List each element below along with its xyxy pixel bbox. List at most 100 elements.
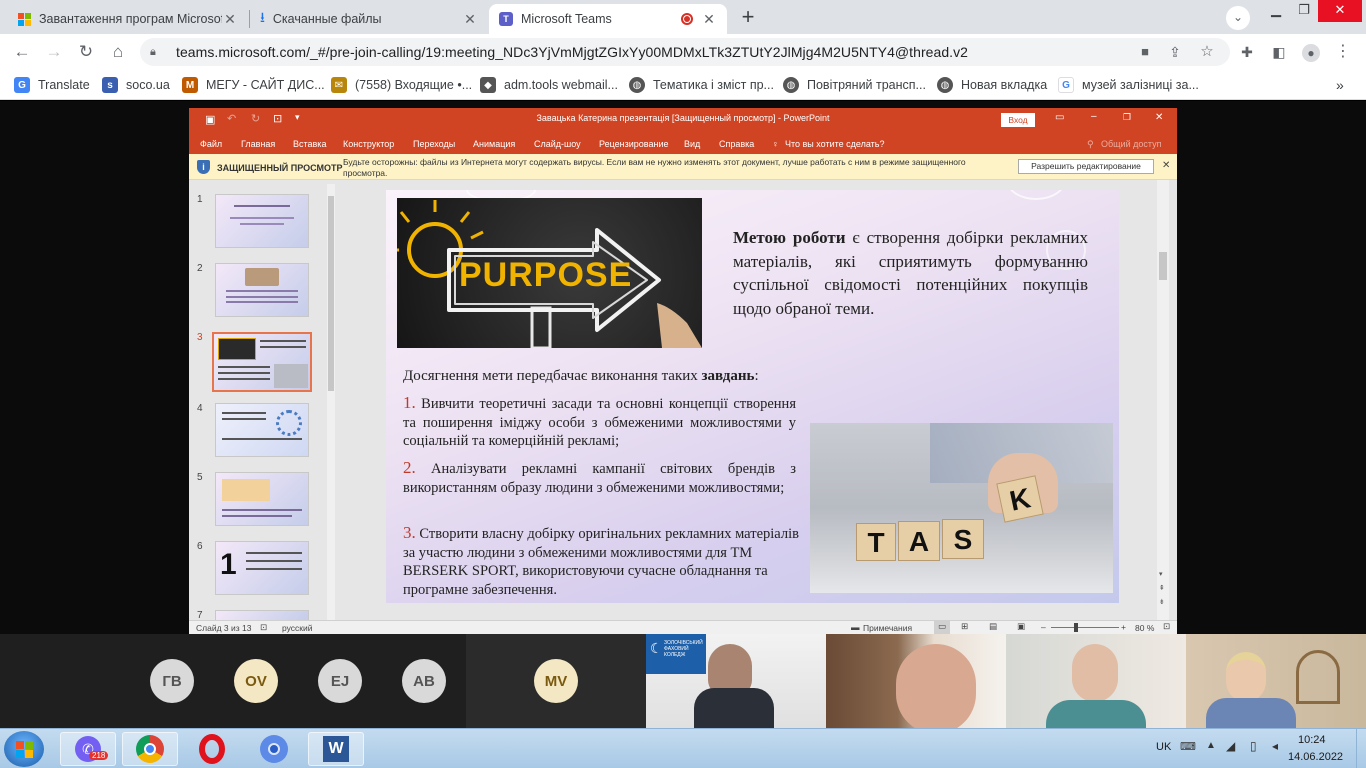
participant-avatar[interactable]: OV [234, 659, 278, 703]
home-icon[interactable]: ⌂ [107, 42, 129, 62]
bookmark-soco[interactable]: s soco.ua [102, 76, 170, 94]
show-desktop-button[interactable] [1356, 729, 1366, 768]
menu-help[interactable]: Справка [719, 139, 754, 149]
person-body [694, 688, 774, 728]
zoom-level[interactable]: 80 % [1135, 623, 1154, 633]
more-menu-icon[interactable]: ⋮ [1332, 42, 1354, 62]
bookmark-museum[interactable]: Gмузей залізниці за... [1058, 76, 1199, 94]
taskbar-chromium[interactable] [246, 732, 302, 766]
minimize-icon[interactable]: ▁ [1262, 0, 1290, 22]
keyboard-icon[interactable]: ⌨ [1180, 740, 1196, 753]
reload-icon[interactable]: ↻ [75, 42, 97, 62]
enable-editing-button[interactable]: Разрешить редактирование [1018, 159, 1154, 174]
participant-video-4[interactable] [1186, 634, 1366, 728]
notes-button[interactable]: Примечания [863, 623, 912, 633]
signal-icon[interactable]: ◢ [1226, 739, 1235, 753]
slide-thumbnail-1[interactable] [215, 194, 309, 248]
start-button[interactable] [4, 731, 44, 767]
participant-avatar[interactable]: ГВ [150, 659, 194, 703]
address-bar[interactable]: 🔒︎ teams.microsoft.com/_#/pre-join-calli… [140, 38, 1230, 66]
tab-microsoft-downloads[interactable]: Завантаження програм Microsoft ✕ [8, 4, 248, 34]
new-tab-button[interactable]: + [735, 6, 761, 30]
forward-icon[interactable]: → [43, 42, 65, 62]
participant-avatar[interactable]: MV [534, 659, 578, 703]
close-bar-icon[interactable]: ✕ [1162, 160, 1170, 171]
taskbar-chrome[interactable] [122, 732, 178, 766]
clock-date[interactable]: 14.06.2022 [1288, 751, 1343, 763]
slide-thumbnail-3-selected[interactable] [212, 332, 312, 392]
slide-thumbnail-2[interactable] [215, 263, 309, 317]
ribbon-display-icon[interactable]: ▭ [1055, 112, 1064, 123]
menu-view[interactable]: Вид [684, 139, 700, 149]
menu-review[interactable]: Рецензирование [599, 139, 669, 149]
bookmark-megu[interactable]: M МЕГУ - САЙТ ДИС... [182, 76, 325, 94]
menu-file[interactable]: Файл [200, 139, 222, 149]
close-tab-icon[interactable]: ✕ [222, 11, 238, 28]
language-indicator[interactable]: UK [1156, 741, 1171, 753]
bookmark-adm-tools[interactable]: ◆ adm.tools webmail... [480, 76, 618, 94]
camera-icon[interactable]: ■ [1134, 42, 1156, 62]
lock-icon[interactable]: 🔒︎ [150, 46, 164, 59]
participant-video-3[interactable] [1006, 634, 1186, 728]
maximize-icon[interactable]: ❐ [1290, 0, 1318, 22]
taskbar-opera[interactable] [184, 732, 240, 766]
participant-video-1[interactable]: ☾ ЗОЛОЧІВСЬКИЙ ФАХОВИЙ КОЛЕДЖ [646, 634, 826, 728]
participant-avatar[interactable]: EJ [318, 659, 362, 703]
power-icon[interactable]: ▯ [1250, 739, 1257, 753]
slide-thumbnail-4[interactable] [215, 403, 309, 457]
bookmark-tematyka[interactable]: ◍ Тематика і зміст пр... [629, 76, 774, 94]
signin-button[interactable]: Вход [1001, 113, 1035, 127]
back-icon[interactable]: ← [11, 42, 33, 62]
slideshow-view-icon[interactable]: ▣ [1017, 621, 1025, 632]
share-icon[interactable]: ⇪ [1164, 42, 1186, 62]
close-tab-icon[interactable]: ✕ [462, 11, 478, 28]
more-bookmarks-icon[interactable]: » [1336, 76, 1344, 94]
bookmark-new-tab[interactable]: ◍ Новая вкладка [937, 76, 1047, 94]
tab-search-icon[interactable]: ⌄ [1226, 6, 1250, 30]
menu-insert[interactable]: Вставка [293, 139, 326, 149]
menu-transitions[interactable]: Переходы [413, 139, 455, 149]
volume-icon[interactable]: ◂ [1272, 739, 1278, 753]
slide-scrollbar[interactable]: ▾ ⇞ ⇟ [1157, 180, 1169, 620]
ppt-close-icon[interactable]: ✕ [1155, 112, 1163, 123]
extensions-icon[interactable]: ✚ [1236, 42, 1258, 62]
clock-time[interactable]: 10:24 [1298, 734, 1326, 746]
thumb-scrollbar[interactable] [327, 184, 335, 620]
participant-video-2[interactable] [826, 634, 1006, 728]
slide-thumbnail-6[interactable]: 1 [215, 541, 309, 595]
share-button[interactable]: Общий доступ [1101, 139, 1161, 149]
tell-me-search[interactable]: Что вы хотите сделать? [785, 139, 885, 149]
slide-thumbnail-7[interactable] [215, 610, 309, 620]
tab-downloads[interactable]: ⭳ Скачанные файлы ✕ [250, 4, 488, 34]
language-status[interactable]: русский [282, 623, 313, 633]
tray-expand-icon[interactable]: ▲ [1206, 740, 1216, 751]
bookmark-translate[interactable]: G Translate [14, 76, 90, 94]
side-panel-icon[interactable]: ◧ [1268, 42, 1290, 62]
reading-view-icon[interactable]: ▤ [989, 621, 997, 632]
participant-avatar[interactable]: AB [402, 659, 446, 703]
normal-view-icon[interactable]: ▭ [934, 621, 950, 634]
zoom-out-icon[interactable]: – [1041, 622, 1046, 632]
menu-home[interactable]: Главная [241, 139, 275, 149]
profile-icon[interactable]: ● [1300, 42, 1322, 62]
close-window-icon[interactable]: ✕ [1318, 0, 1362, 22]
taskbar-viber[interactable]: ✆ 218 [60, 732, 116, 766]
zoom-in-icon[interactable]: + [1121, 622, 1126, 632]
bookmark-mail[interactable]: ✉ (7558) Входящие •... [331, 76, 472, 94]
tab-microsoft-teams[interactable]: T Microsoft Teams ✕ [489, 4, 727, 34]
taskbar-word[interactable]: W [308, 732, 364, 766]
menu-design[interactable]: Конструктор [343, 139, 394, 149]
slide-thumbnail-5[interactable] [215, 472, 309, 526]
spellcheck-icon[interactable]: ⊡ [260, 622, 267, 633]
menu-animations[interactable]: Анимация [473, 139, 515, 149]
ppt-minimize-icon[interactable]: – [1091, 111, 1097, 122]
close-tab-icon[interactable]: ✕ [701, 11, 717, 28]
menu-slideshow[interactable]: Слайд-шоу [534, 139, 581, 149]
slide-sorter-icon[interactable]: ⊞ [961, 621, 968, 632]
bookmark-povitrianyi[interactable]: ◍ Повітряний трансп... [783, 76, 926, 94]
zoom-slider-thumb[interactable] [1074, 623, 1078, 632]
ppt-maximize-icon[interactable]: ❐ [1123, 112, 1131, 123]
bookmark-star-icon[interactable]: ☆ [1196, 42, 1218, 62]
fit-slide-icon[interactable]: ⊡ [1163, 621, 1170, 632]
zoom-slider[interactable] [1051, 627, 1119, 628]
